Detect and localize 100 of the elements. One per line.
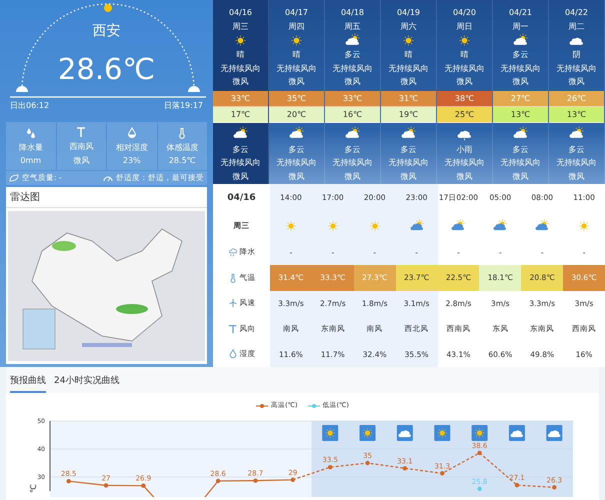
forecast-day-column[interactable]: 04/21 周一 多云 无持续风向 微风 27℃ 13℃ 多云 无持续风向 微风 [493,0,549,184]
sun-icon [362,428,372,438]
low-temperature: 13℃ [549,106,604,122]
night-weather: 多云 [288,144,304,156]
day-wind-level: 微风 [344,76,360,88]
forecast-day-column[interactable]: 04/17 周四 晴 无持续风向 微风 35℃ 20℃ 多云 无持续风向 微风 [269,0,325,184]
forecast-day-column[interactable]: 04/18 周五 多云 无持续风向 微风 33℃ 16℃ 多云 无持续风向 微风 [325,0,381,184]
night-wind-direction: 无持续风向 [444,157,484,169]
high-temperature: 33℃ [213,90,268,106]
day-wind-direction: 无持续风向 [388,62,428,74]
sun-icon [474,428,484,438]
wind-vane-icon [75,126,88,138]
partly-cloudy-icon [451,218,466,232]
forecast-day-column[interactable]: 04/20 周日 晴 无持续风向 微风 38℃ 25℃ 小雨 无持续风向 微风 [437,0,493,184]
night-weather: 多云 [344,144,360,156]
forecast-weekday: 周三 [232,20,248,32]
night-weather: 多云 [232,144,248,156]
day-wind-level: 微风 [288,76,304,88]
forecast-weekday: 周一 [512,20,528,32]
forecast-date: 04/18 [340,7,364,19]
partly-cloudy-icon [345,33,360,48]
axis-title: ℃ [29,484,38,493]
thermometer-icon [228,272,238,283]
chart-tab[interactable]: 24小时实况曲线 [54,374,120,393]
wind-turbine-icon [228,298,238,308]
high-temperature: 35℃ [269,90,324,106]
night-weather: 多云 [512,144,528,156]
stat-label: 体感温度 [166,142,198,153]
night-weather: 多云 [568,144,584,156]
high-temperature: 33℃ [325,90,380,106]
night-wind-level: 微风 [568,170,584,182]
forecast-weekday: 周六 [400,20,416,32]
raindrops-icon [24,127,37,139]
cloud-icon [510,430,523,438]
forecast-weekday: 周五 [344,20,360,32]
forecast-date: 04/21 [508,7,532,19]
stat-value: 微风 [73,155,90,166]
night-wind-level: 微风 [288,170,304,182]
day-wind-direction: 无持续风向 [332,62,372,74]
rain-cloud-icon [228,247,238,258]
day-weather: 多云 [512,49,528,61]
day-wind-level: 微风 [456,76,472,88]
night-wind-direction: 无持续风向 [332,157,372,169]
high-temperature: 38℃ [437,90,492,106]
night-wind-direction: 无持续风向 [500,157,540,169]
leaf-icon [9,174,19,182]
night-wind-direction: 无持续风向 [220,157,260,169]
forecast-date: 04/20 [452,7,476,19]
low-temperature: 20℃ [269,106,324,122]
high-temperature: 27℃ [493,90,548,106]
water-drop-icon [126,127,138,139]
sunrise-time: 日出06:12 [10,100,50,111]
forecast-date: 04/19 [396,7,420,19]
forecast-weekday: 周日 [456,20,472,32]
night-wind-level: 微风 [512,170,528,182]
forecast-date: 04/22 [564,7,588,19]
partly-cloudy-icon [513,33,528,48]
stat-label: 西南风 [69,141,94,152]
low-temperature: 16℃ [325,106,380,122]
night-weather: 小雨 [456,144,472,156]
stat-label: 降水量 [18,142,43,153]
low-temperature: 13℃ [493,106,548,122]
night-wind-level: 微风 [232,170,248,182]
night-wind-direction: 无持续风向 [276,157,316,169]
day-wind-direction: 无持续风向 [500,62,540,74]
partly-cloudy-icon [535,218,550,232]
partly-cloudy-icon [410,218,424,232]
gauge-icon [103,174,113,182]
current-temperature: 28.6℃ [58,52,156,86]
water-drop-icon [228,349,238,360]
night-wind-direction: 无持续风向 [388,157,428,169]
night-wind-level: 微风 [456,170,472,182]
day-wind-level: 微风 [400,76,416,88]
radar-title: 雷达图 [6,187,207,208]
night-wind-level: 微风 [400,170,416,182]
stat-value: 28.5℃ [168,156,196,165]
day-weather: 晴 [460,49,468,61]
forecast-day-column[interactable]: 04/22 周二 阴 无持续风向 微风 26℃ 13℃ 多云 无持续风向 微风 [549,0,605,184]
cloud-icon [548,430,560,438]
wind-vane-icon [228,324,238,334]
hourly-date: 04/16 [226,192,257,204]
night-weather: 多云 [400,144,416,156]
stat-value: 23% [122,156,141,165]
partly-cloudy-icon [493,218,508,232]
night-wind-level: 微风 [344,170,360,182]
day-weather: 多云 [344,49,360,61]
stat-label: 相对湿度 [116,142,148,153]
stat-value: 0mm [20,156,42,165]
forecast-day-column[interactable]: 04/16 周三 晴 无持续风向 微风 33℃ 17℃ 多云 无持续风向 微风 [213,0,269,184]
day-wind-level: 微风 [512,76,528,88]
forecast-weekday: 周二 [568,20,584,32]
cloud-icon [398,430,411,438]
day-wind-direction: 无持续风向 [276,62,316,74]
day-weather: 阴 [572,49,580,61]
forecast-day-column[interactable]: 04/19 周六 晴 无持续风向 微风 31℃ 19℃ 多云 无持续风向 微风 [381,0,437,184]
low-temperature: 17℃ [213,106,268,122]
day-wind-direction: 无持续风向 [556,62,596,74]
day-wind-direction: 无持续风向 [444,62,484,74]
day-wind-level: 微风 [568,76,584,88]
day-wind-direction: 无持续风向 [220,62,260,74]
